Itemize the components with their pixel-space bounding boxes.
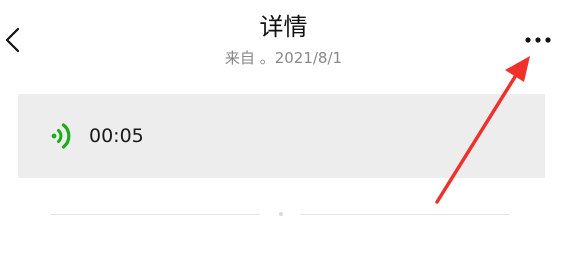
detail-screen: 详情 来自 。2021/8/1 00:05 [0,0,567,262]
page-title: 详情 [259,13,308,41]
source-date-subtitle: 来自 。2021/8/1 [224,49,343,67]
voice-duration: 00:05 [89,125,144,147]
more-options-button[interactable] [522,30,554,50]
section-divider-right [300,214,510,215]
voice-wave-icon [46,120,78,152]
more-horizontal-icon [522,30,554,50]
divider-dot [279,212,283,216]
section-divider-left [50,214,260,215]
voice-message-card[interactable]: 00:05 [18,94,545,178]
